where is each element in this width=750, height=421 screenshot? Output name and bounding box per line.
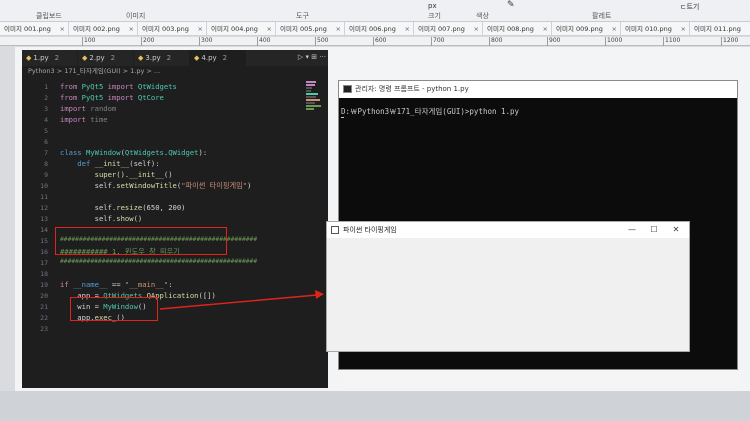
arrow-line: [159, 294, 318, 310]
annotation-arrow: [159, 290, 324, 310]
arrow-head: [315, 290, 324, 299]
